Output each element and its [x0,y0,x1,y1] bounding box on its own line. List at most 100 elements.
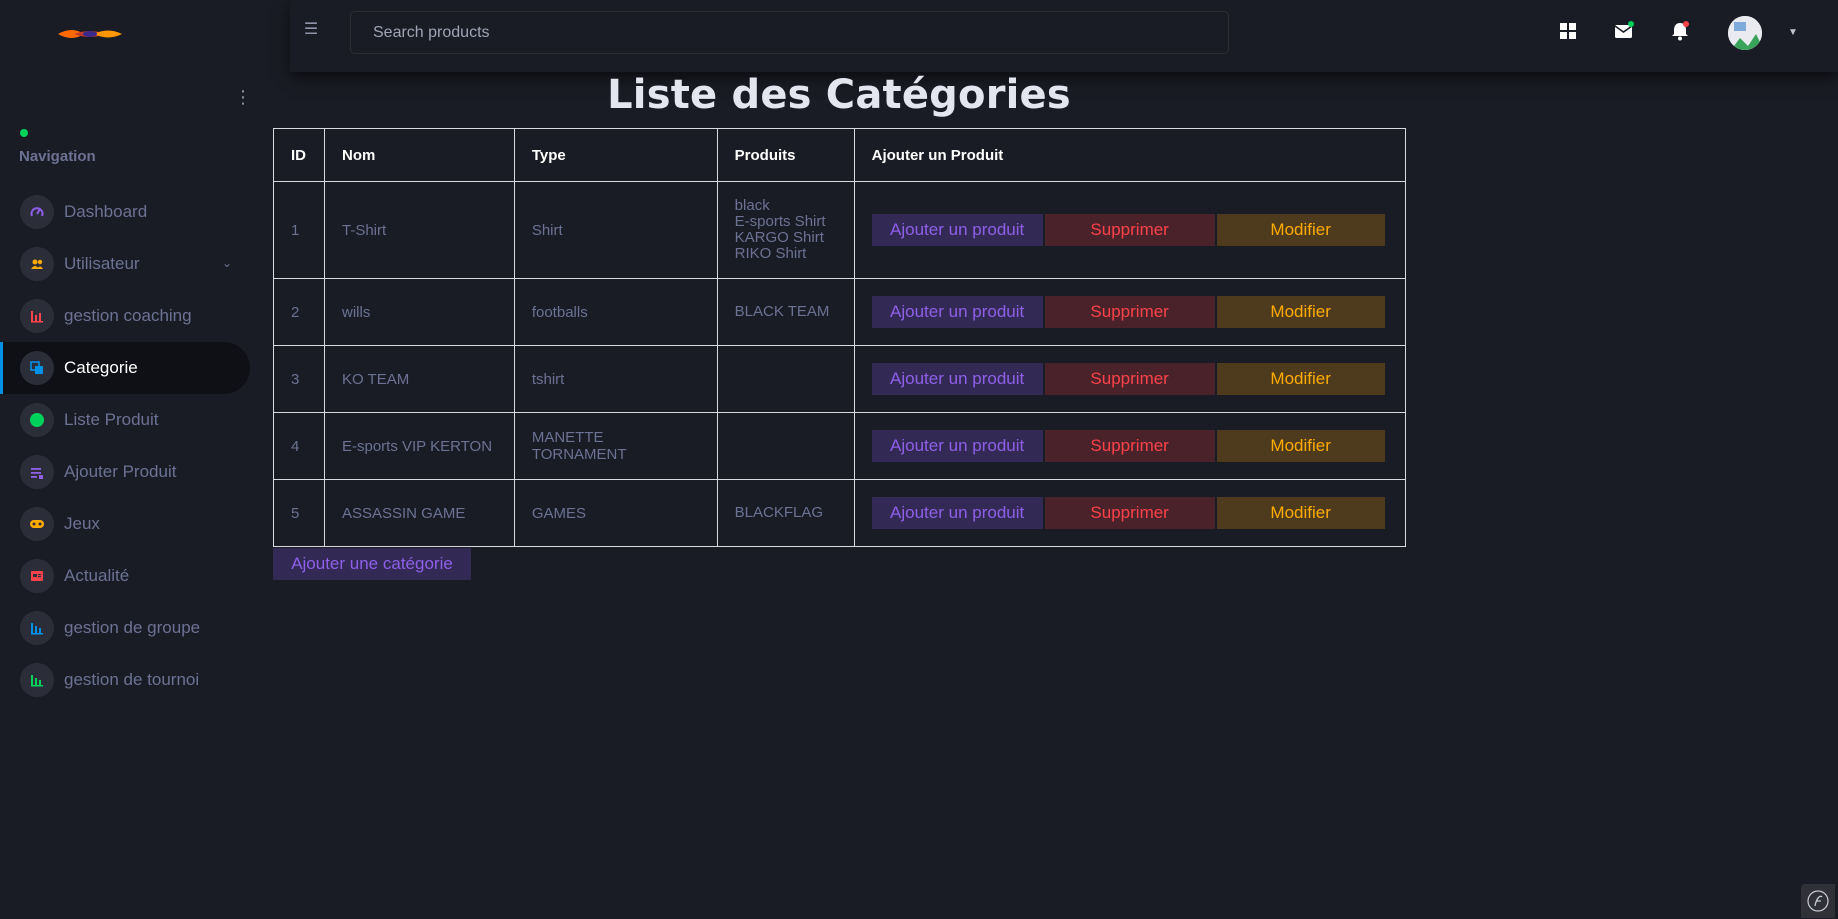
menu-toggle-icon[interactable]: ☰ [301,20,321,40]
cell-id: 1 [273,181,325,279]
sidebar-heading: Navigation [19,148,96,165]
cell-actions: Ajouter un produit Supprimer Modifier [853,479,1407,547]
product-name: BLACK TEAM [734,303,830,320]
grid-icon[interactable] [1557,20,1579,42]
cell-type: MANETTE TORNAMENT [513,412,718,480]
bell-icon[interactable] [1669,20,1691,42]
cell-nom: KO TEAM [323,345,515,413]
cell-id: 2 [273,278,325,346]
add-product-button[interactable]: Ajouter un produit [871,430,1043,462]
table-row: 3 KO TEAM tshirt Ajouter un produit Suppr… [273,345,1407,413]
avatar[interactable] [1726,14,1764,52]
sidebar-item-label: Ajouter Produit [64,462,177,481]
delete-button[interactable]: Supprimer [1044,214,1215,246]
chart-icon [20,663,54,697]
sidebar-item-ajouter-produit[interactable]: Ajouter Produit [0,446,250,498]
sidebar-item-actualite[interactable]: Actualité [0,550,250,602]
cell-produits [716,412,855,480]
sidebar-item-gestion-de-tournoi[interactable]: gestion de tournoi [0,654,250,706]
product-name: E-sports Shirt [734,213,826,230]
cell-produits: black E-sports Shirt KARGO Shirt RIKO Sh… [716,181,855,279]
chevron-down-icon[interactable]: ⌄ [222,256,232,270]
add-product-button[interactable]: Ajouter un produit [871,497,1043,529]
cell-nom: ASSASSIN GAME [323,479,515,547]
table-row: 2 wills footballs BLACK TEAM Ajouter un … [273,278,1407,346]
delete-button[interactable]: Supprimer [1044,497,1215,529]
sidebar-item-label: gestion coaching [64,306,192,325]
cell-produits: BLACKFLAG [716,479,855,547]
column-header-id: ID [273,128,325,182]
add-product-button[interactable]: Ajouter un produit [871,363,1043,395]
cell-actions: Ajouter un produit Supprimer Modifier [853,278,1407,346]
cell-id: 4 [273,412,325,480]
gamepad-icon [20,507,54,541]
cell-actions: Ajouter un produit Supprimer Modifier [853,345,1407,413]
cell-nom: wills [323,278,515,346]
product-name: RIKO Shirt [734,245,807,262]
add-product-button[interactable]: Ajouter un produit [871,214,1043,246]
circle-icon [20,403,54,437]
newspaper-icon [20,559,54,593]
sidebar-item-label: Categorie [64,358,138,377]
sidebar-item-dashboard[interactable]: Dashboard [0,186,250,238]
column-header-type: Type [513,128,718,182]
edit-button[interactable]: Modifier [1216,497,1385,529]
add-product-button[interactable]: Ajouter un produit [871,296,1043,328]
sidebar-item-label: gestion de tournoi [64,670,200,689]
delete-button[interactable]: Supprimer [1044,363,1215,395]
categories-table: ID Nom Type Produits Ajouter un Produit … [273,128,1407,547]
delete-button[interactable]: Supprimer [1044,430,1215,462]
sidebar-item-liste-produit[interactable]: Liste Produit [0,394,250,446]
list-icon [20,455,54,489]
cell-type: Shirt [513,181,718,279]
edit-button[interactable]: Modifier [1216,363,1385,395]
column-header-produits: Produits [716,128,855,182]
product-name: BLACKFLAG [734,504,824,521]
speedometer-icon [20,195,54,229]
sidebar-item-label: gestion de groupe [64,618,201,637]
cell-type: tshirt [513,345,718,413]
cell-actions: Ajouter un produit Supprimer Modifier [853,181,1407,279]
delete-button[interactable]: Supprimer [1044,296,1215,328]
sidebar-item-gestion-de-groupe[interactable]: gestion de groupe [0,602,250,654]
add-category-button[interactable]: Ajouter une catégorie [273,548,471,580]
sidebar-item-categorie[interactable]: Categorie [0,342,250,394]
edit-button[interactable]: Modifier [1216,430,1385,462]
sidebar-item-label: Liste Produit [64,410,159,429]
users-icon [20,247,54,281]
bar-chart-icon [20,299,54,333]
column-header-nom: Nom [323,128,515,182]
cell-id: 5 [273,479,325,547]
sidebar-item-label: Dashboard [64,202,148,221]
sidebar-item-utilisateur[interactable]: Utilisateur ⌄ [0,238,250,290]
table-header-row: ID Nom Type Produits Ajouter un Produit [273,128,1407,182]
cell-id: 3 [273,345,325,413]
status-dot [20,129,28,137]
sidebar-item-gestion-coaching[interactable]: gestion coaching [0,290,250,342]
copy-icon [20,351,54,385]
mail-icon[interactable] [1613,20,1635,42]
edit-button[interactable]: Modifier [1216,296,1385,328]
cell-type: GAMES [513,479,718,547]
chart-icon [20,611,54,645]
product-name: black [734,197,770,214]
product-name: KARGO Shirt [734,229,824,246]
cell-nom: T-Shirt [323,181,515,279]
cell-actions: Ajouter un produit Supprimer Modifier [853,412,1407,480]
symfony-toolbar-icon[interactable] [1801,884,1835,918]
search-input[interactable] [350,11,1229,54]
column-header-ajouter-produit: Ajouter un Produit [853,128,1407,182]
sidebar-item-jeux[interactable]: Jeux [0,498,250,550]
logo[interactable] [54,22,126,46]
cell-produits: BLACK TEAM [716,278,855,346]
more-options-icon[interactable]: ⋮ [234,86,252,108]
cell-nom: E-sports VIP KERTON [323,412,515,480]
chevron-down-icon[interactable]: ▼ [1786,26,1800,40]
edit-button[interactable]: Modifier [1216,214,1385,246]
sidebar-item-label: Utilisateur [64,254,140,273]
cell-type: footballs [513,278,718,346]
sidebar-item-label: Jeux [64,514,100,533]
table-row: 1 T-Shirt Shirt black E-sports Shirt KAR… [273,181,1407,279]
page-title: Liste des Catégories [607,72,1071,118]
sidebar-item-label: Actualité [64,566,130,585]
